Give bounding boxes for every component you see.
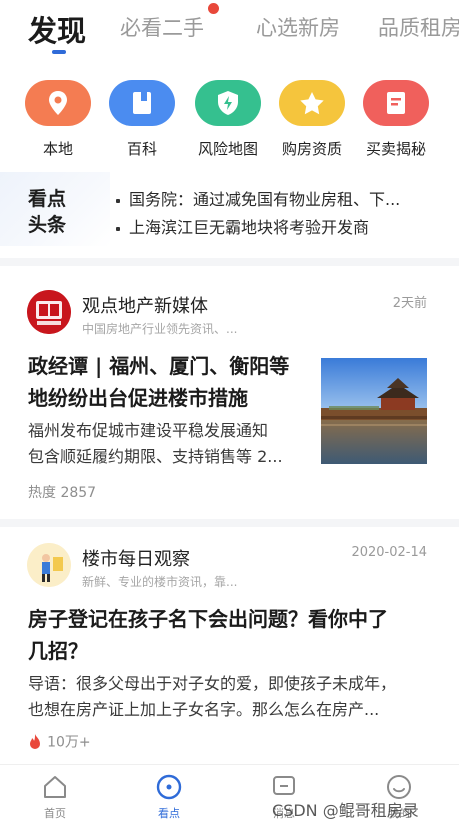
source-description: 新鲜、专业的楼市资讯，靠... bbox=[82, 575, 238, 589]
home-icon bbox=[41, 773, 69, 801]
headlines-tag: 看点 头条 bbox=[28, 186, 66, 238]
headline-text: 上海滨江巨无霸地块将考验开发商 bbox=[129, 218, 370, 237]
quick-entry-trade-secrets[interactable]: 买卖揭秘 bbox=[361, 80, 431, 159]
nav-discover[interactable]: 看点 bbox=[139, 773, 199, 821]
headline-text: 国务院：通过减免国有物业房租、下... bbox=[129, 190, 401, 209]
active-tab-indicator bbox=[52, 50, 66, 54]
document-icon bbox=[363, 80, 429, 126]
book-icon bbox=[109, 80, 175, 126]
headlines-tag-line2: 头条 bbox=[28, 214, 67, 236]
compass-icon bbox=[155, 773, 183, 801]
headlines-panel: 看点 头条 国务院：通过减免国有物业房租、下... 上海滨江巨无霸地块将考验开发… bbox=[0, 172, 459, 246]
notification-dot bbox=[208, 3, 219, 14]
shield-lightning-icon bbox=[195, 80, 261, 126]
article-card[interactable]: 楼市每日观察 新鲜、专业的楼市资讯，靠... 2020-02-14 房子登记在孩… bbox=[0, 527, 459, 759]
hot-count-value: 10万+ bbox=[47, 734, 91, 751]
bullet-icon bbox=[116, 226, 120, 231]
star-icon bbox=[279, 80, 345, 126]
quick-entry-label: 买卖揭秘 bbox=[365, 140, 426, 158]
bullet-icon bbox=[116, 198, 120, 203]
heat-count: 热度 2857 bbox=[28, 485, 97, 501]
quick-entry-qualification[interactable]: 购房资质 bbox=[277, 80, 347, 159]
source-name[interactable]: 楼市每日观察 bbox=[82, 545, 190, 571]
source-avatar bbox=[27, 543, 71, 587]
hot-count: 10万+ bbox=[28, 731, 91, 752]
quick-entry-label: 风险地图 bbox=[197, 140, 258, 158]
quick-entry-label: 购房资质 bbox=[281, 140, 342, 158]
flame-icon bbox=[30, 733, 40, 749]
source-description: 中国房地产行业领先资讯、... bbox=[82, 322, 238, 336]
section-divider bbox=[0, 519, 459, 527]
nav-home-label: 首页 bbox=[44, 807, 66, 820]
article-card[interactable]: 观点地产新媒体 中国房地产行业领先资讯、... 2天前 政经谭 | 福州、厦门、… bbox=[0, 266, 459, 516]
article-summary-line2: 包含顺延履约期限、支持销售等 2... bbox=[28, 447, 283, 466]
article-summary-line1: 导语：很多父母出于对子女的爱，即使孩子未成年， bbox=[28, 674, 397, 693]
article-summary-line1: 福州发布促城市建设平稳发展通知 bbox=[28, 421, 269, 440]
section-divider bbox=[0, 258, 459, 266]
location-pin-icon bbox=[25, 80, 91, 126]
quick-entry-label: 百科 bbox=[126, 140, 157, 158]
article-summary-line2: 也想在房产证上加上子女名字。那么怎么在房产... bbox=[28, 700, 380, 719]
quick-entry-risk-map[interactable]: 风险地图 bbox=[193, 80, 263, 159]
tab-discover[interactable]: 发现 bbox=[28, 8, 86, 50]
article-title-line1: 房子登记在孩子名下会出问题？看你中了 bbox=[28, 607, 388, 631]
article-title-line2: 几招？ bbox=[28, 639, 88, 663]
quick-entry-encyclopedia[interactable]: 百科 bbox=[107, 80, 177, 159]
article-title-line2: 地纷纷出台促进楼市措施 bbox=[28, 386, 248, 410]
headlines-list: 国务院：通过减免国有物业房租、下... 上海滨江巨无霸地块将考验开发商 bbox=[116, 186, 446, 242]
headline-item[interactable]: 上海滨江巨无霸地块将考验开发商 bbox=[116, 214, 446, 242]
tab-new-homes[interactable]: 心选新房 bbox=[256, 12, 340, 42]
article-thumbnail bbox=[321, 358, 427, 464]
quick-entry-local[interactable]: 本地 bbox=[23, 80, 93, 159]
source-avatar bbox=[27, 290, 71, 334]
publish-time: 2天前 bbox=[392, 296, 427, 311]
quick-entry-row: 本地 百科 风险地图 购房资质 买卖揭秘 bbox=[0, 80, 459, 160]
article-summary: 福州发布促城市建设平稳发展通知 包含顺延履约期限、支持销售等 2... bbox=[28, 418, 308, 470]
top-tab-bar: 发现 必看二手 心选新房 品质租房 bbox=[0, 0, 459, 70]
publish-time: 2020-02-14 bbox=[351, 545, 427, 560]
headline-item[interactable]: 国务院：通过减免国有物业房租、下... bbox=[116, 186, 446, 214]
article-title: 政经谭 | 福州、厦门、衡阳等 地纷纷出台促进楼市措施 bbox=[28, 350, 304, 414]
source-name[interactable]: 观点地产新媒体 bbox=[82, 292, 208, 318]
watermark: CSDN @鲲哥租房录 bbox=[272, 801, 419, 820]
article-title-line1: 政经谭 | 福州、厦门、衡阳等 bbox=[28, 354, 290, 378]
tab-rentals[interactable]: 品质租房 bbox=[378, 12, 459, 42]
nav-discover-label: 看点 bbox=[158, 807, 180, 820]
article-title: 房子登记在孩子名下会出问题？看你中了 几招？ bbox=[28, 603, 438, 667]
tab-second-hand[interactable]: 必看二手 bbox=[120, 12, 204, 42]
article-summary: 导语：很多父母出于对子女的爱，即使孩子未成年， 也想在房产证上加上子女名字。那么… bbox=[28, 671, 438, 723]
headlines-tag-line1: 看点 bbox=[28, 188, 67, 210]
quick-entry-label: 本地 bbox=[42, 140, 73, 158]
nav-home[interactable]: 首页 bbox=[25, 773, 85, 821]
